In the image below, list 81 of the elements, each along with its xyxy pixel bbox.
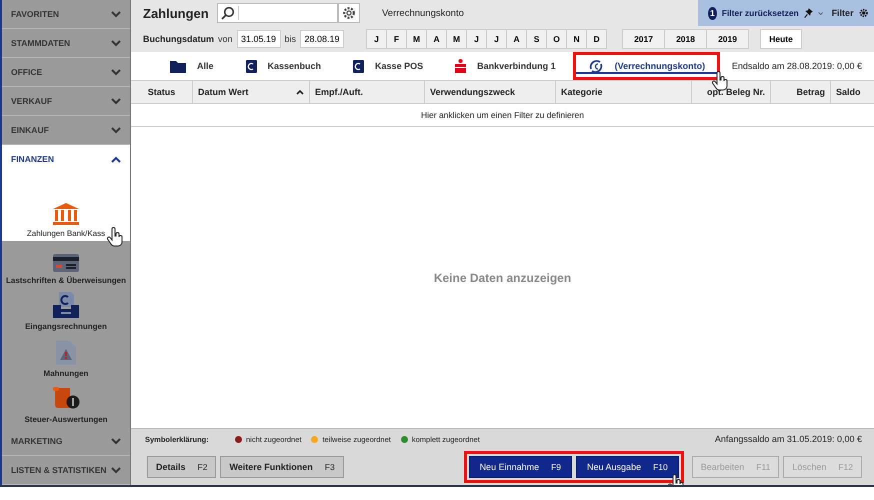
settings-icon[interactable] xyxy=(858,6,868,20)
month-button[interactable]: D xyxy=(586,29,608,49)
chevron-up-icon xyxy=(111,156,121,162)
function-button[interactable]: Neu Einnahme F9 xyxy=(468,456,572,478)
month-button[interactable]: N xyxy=(566,29,588,49)
column-header[interactable]: Verwendungszweck xyxy=(425,81,556,103)
folder-icon xyxy=(170,60,186,72)
year-button[interactable]: 2019 xyxy=(706,29,750,49)
month-button[interactable]: M xyxy=(406,29,428,49)
sidebar-section[interactable]: LISTEN & STATISTIKEN xyxy=(2,456,130,485)
column-header[interactable]: Empf./Auft. xyxy=(310,81,425,103)
search-field[interactable] xyxy=(217,3,338,23)
sidebar-item[interactable]: Lastschriften & Überweisungen xyxy=(2,241,130,288)
account-tab[interactable]: Kasse POS xyxy=(338,52,438,80)
today-button[interactable]: Heute xyxy=(760,29,802,49)
year-button[interactable]: 2018 xyxy=(664,29,708,49)
book-icon xyxy=(353,60,364,72)
chevron-down-icon xyxy=(111,10,121,18)
month-button[interactable]: J xyxy=(466,29,488,49)
sort-ascending-icon xyxy=(296,90,304,94)
chevron-down-icon xyxy=(111,126,121,134)
inbox-icon xyxy=(52,291,80,320)
reset-filter-link[interactable]: Filter zurücksetzen xyxy=(722,8,799,18)
sidebar-section[interactable]: VERKAUF xyxy=(2,87,130,116)
sidebar-section[interactable]: OFFICE xyxy=(2,58,130,87)
start-balance: Anfangssaldo am 31.05.2019: 0,00 € xyxy=(714,434,862,444)
chevron-down-icon xyxy=(111,40,121,46)
exchange-icon xyxy=(588,58,604,74)
hand-cursor-icon xyxy=(106,227,124,248)
chevron-down-icon xyxy=(111,68,121,76)
sidebar-item[interactable]: Eingangsrechnungen xyxy=(2,288,130,334)
to-date-field[interactable]: 28.08.19 xyxy=(300,30,344,48)
year-button[interactable]: 2017 xyxy=(622,29,666,49)
gear-icon xyxy=(342,6,356,20)
sidebar-section[interactable]: STAMMDATEN xyxy=(2,29,130,58)
column-header[interactable]: Kategorie xyxy=(556,81,692,103)
sidebar-item[interactable]: Mahnungen xyxy=(2,334,130,381)
credit-card-icon xyxy=(52,252,80,273)
chevron-down-icon[interactable] xyxy=(818,10,824,16)
chevron-down-icon xyxy=(111,98,121,104)
date-label: Buchungsdatum xyxy=(143,34,214,44)
month-button[interactable]: A xyxy=(506,29,528,49)
chevron-down-icon xyxy=(111,466,121,474)
to-label: bis xyxy=(284,34,296,44)
column-header[interactable]: Datum Wert xyxy=(193,81,310,103)
column-header[interactable]: Saldo xyxy=(831,81,874,103)
bank-logo-icon xyxy=(455,59,466,73)
settings-button[interactable] xyxy=(338,3,360,23)
account-name: Verrechnungskonto xyxy=(382,8,464,18)
function-button[interactable]: Neu Ausgabe F10 xyxy=(576,456,679,478)
end-balance: Endsaldo am 28.08.2019: 0,00 € xyxy=(732,61,863,71)
bank-icon xyxy=(52,202,80,226)
account-tab[interactable]: Alle xyxy=(155,52,229,80)
sidebar-section[interactable]: MARKETING xyxy=(2,427,130,456)
from-date-field[interactable]: 31.05.19 xyxy=(236,30,281,48)
sidebar-item[interactable]: Steuer-Auswertungen xyxy=(2,380,130,427)
empty-message: Keine Daten anzuzeigen xyxy=(434,270,572,284)
column-header[interactable]: opt. Beleg Nr. xyxy=(692,81,771,103)
month-button[interactable]: F xyxy=(386,29,408,49)
sidebar-section[interactable]: FAVORITEN xyxy=(2,0,130,29)
column-header[interactable]: Betrag xyxy=(771,81,831,103)
chevron-down-icon xyxy=(111,438,121,444)
book-icon xyxy=(246,60,257,72)
account-tab[interactable]: Kassenbuch xyxy=(230,52,336,80)
month-button[interactable]: J xyxy=(366,29,388,49)
warning-document-icon xyxy=(55,340,77,366)
month-button[interactable]: M xyxy=(446,29,468,49)
function-button[interactable]: Weitere Funktionen F3 xyxy=(220,456,344,478)
account-tab[interactable]: Bankverbindung 1 xyxy=(440,52,571,80)
filter-row[interactable]: Hier anklicken um einen Filter zu definieren xyxy=(131,104,874,127)
month-button[interactable]: S xyxy=(526,29,548,49)
filter-label[interactable]: Filter xyxy=(832,8,854,18)
column-header[interactable]: Status xyxy=(131,81,193,103)
month-button[interactable]: J xyxy=(486,29,508,49)
sidebar-section[interactable]: FINANZEN xyxy=(2,145,130,173)
month-button[interactable]: A xyxy=(426,29,448,49)
month-button[interactable]: O xyxy=(546,29,568,49)
filter-count-badge: 1 xyxy=(708,6,717,20)
from-label: von xyxy=(218,34,233,44)
function-button[interactable]: Details F2 xyxy=(147,456,216,478)
page-title: Zahlungen xyxy=(143,6,210,20)
